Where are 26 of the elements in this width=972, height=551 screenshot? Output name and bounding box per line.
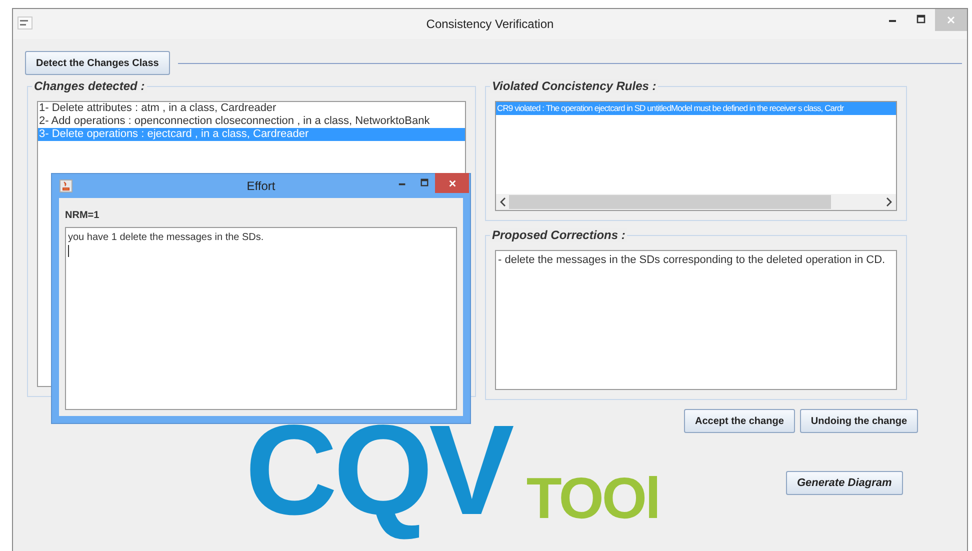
generate-diagram-button[interactable]: Generate Diagram [786, 471, 903, 495]
scroll-right-icon[interactable] [884, 196, 894, 208]
close-button[interactable] [435, 173, 469, 193]
effort-text-area[interactable]: you have 1 delete the messages in the SDs. [65, 227, 457, 410]
accept-change-button[interactable]: Accept the change [684, 409, 795, 433]
window-title: Consistency Verification [426, 17, 554, 31]
undo-change-button[interactable]: Undoing the change [800, 409, 918, 433]
java-icon [59, 179, 73, 193]
close-icon [448, 178, 456, 188]
horizontal-scrollbar[interactable] [496, 194, 896, 210]
list-item[interactable]: 2- Add operations : openconnection closeconnection , in a class, NetworktoBank [38, 115, 465, 128]
panel-title: Changes detected : [32, 79, 147, 93]
list-item[interactable]: 1- Delete attributes : atm , in a class, Cardreader [38, 102, 465, 115]
scrollbar-thumb[interactable] [509, 195, 831, 209]
logo-subtext: TOOl [526, 470, 660, 528]
panel-title: Proposed Corrections : [490, 228, 628, 242]
panel-title: Violated Concistency Rules : [490, 79, 658, 93]
app-icon [17, 15, 33, 31]
scroll-left-icon[interactable] [498, 196, 508, 208]
corrections-text-area[interactable]: - delete the messages in the SDs corresponding to the deleted operation in CD. [495, 250, 897, 390]
metric-label: NRM=1 [65, 210, 100, 221]
dialog-title: Effort [246, 179, 276, 193]
maximize-icon [916, 14, 926, 24]
close-icon [946, 15, 956, 25]
detect-changes-button[interactable]: Detect the Changes Class [25, 51, 170, 75]
maximize-icon [420, 178, 428, 186]
